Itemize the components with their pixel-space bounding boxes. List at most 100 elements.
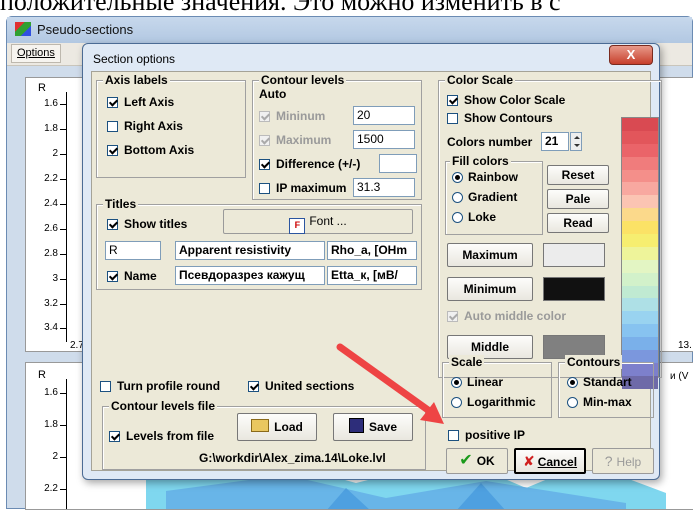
left-axis-checkbox[interactable]: Left Axis [107,95,174,109]
palette-swatch [622,234,658,247]
maximum-color-swatch[interactable] [543,243,605,267]
palette-swatch [622,311,658,325]
united-sections-checkbox[interactable]: United sections [248,379,354,393]
contours-min-max-radio[interactable]: Min-max [567,395,632,409]
ip-maximum-checkbox[interactable]: IP maximum [259,181,346,195]
contour-levels-title: Contour levels [259,73,347,87]
palette-swatch [622,350,658,363]
ytick: 3.4 [28,322,66,333]
plot-axis-letter: R [38,82,46,94]
auto-middle-color-label: Auto middle color [464,309,566,323]
color-scale-title: Color Scale [445,73,516,87]
save-button[interactable]: Save [333,413,413,441]
pale-button[interactable]: Pale [547,189,609,209]
titles-title: Titles [103,197,139,211]
show-contours-checkbox[interactable]: Show Contours [447,111,553,125]
auto-middle-color-checkbox: Auto middle color [447,309,566,323]
ytick: 3.2 [28,298,66,309]
show-titles-checkbox[interactable]: Show titles [107,217,187,231]
help-button: ? Help [592,448,654,474]
scale-logarithmic-radio[interactable]: Logarithmic [451,395,536,409]
load-button[interactable]: Load [237,413,317,441]
fill-rainbow-radio[interactable]: Rainbow [452,170,518,184]
cancel-button[interactable]: ✘ Cancel [514,448,586,474]
difference-checkbox[interactable]: Difference (+/-) [259,157,360,171]
menu-options[interactable]: Options [11,44,61,63]
levels-from-file-checkbox[interactable]: Levels from file [109,429,214,443]
scale-title: Scale [449,355,485,369]
checkbox-icon [447,311,458,322]
y-axis-line [66,379,67,509]
close-button[interactable]: X [609,45,653,65]
radio-icon [452,172,463,183]
contours-standart-radio[interactable]: Standart [567,375,632,389]
radio-icon [451,397,462,408]
palette-swatch [622,118,658,131]
contour-file-group: Contour levels file Levels from file Loa… [102,399,426,470]
palette-swatch [622,246,658,260]
palette-swatch [622,143,658,157]
fill-gradient-radio[interactable]: Gradient [452,190,517,204]
checkbox-icon [259,159,270,170]
contours-min-max-label: Min-max [583,395,632,409]
dialog-title: Section options [93,52,176,66]
turn-profile-round-checkbox[interactable]: Turn profile round [100,379,220,393]
colors-number-field[interactable]: 21 [541,132,569,151]
fill-loke-radio[interactable]: Loke [452,210,496,224]
floppy-disk-icon [348,418,364,433]
help-icon: ? [604,453,613,469]
right-axis-checkbox[interactable]: Right Axis [107,119,183,133]
show-titles-label: Show titles [124,217,188,231]
palette-swatch [622,156,658,170]
ytick: 2 [28,451,66,462]
reset-button[interactable]: Reset [547,165,609,185]
name-checkbox[interactable]: Name [107,269,157,283]
section-options-dialog: Section options X Axis labels Left Axis … [82,43,662,480]
title-field-apparent-resistivity[interactable]: Apparent resistivity [175,241,325,260]
ytick: 2.8 [28,248,66,259]
name-label: Name [124,269,157,283]
bottom-axis-label: Bottom Axis [124,143,195,157]
fill-gradient-label: Gradient [468,190,518,204]
contour-file-title: Contour levels file [109,399,218,413]
read-button[interactable]: Read [547,213,609,233]
palette-swatch [622,208,658,222]
minimum-field[interactable]: 20 [353,106,415,125]
color-palette [621,117,659,389]
positive-ip-checkbox[interactable]: positive IP [448,428,525,442]
ok-label: OK [476,454,495,468]
maximum-color-button[interactable]: Maximum [447,243,533,267]
radio-icon [452,212,463,223]
app-title: Pseudo-sections [37,22,134,37]
title-field-pseudosection[interactable]: Псевдоразрез кажущ [175,266,325,285]
scale-linear-radio[interactable]: Linear [451,375,503,389]
title-field-units-1[interactable]: Rho_a, [OHm [327,241,417,260]
colors-number-spinner[interactable] [570,132,582,151]
font-button[interactable]: F Font ... [223,209,413,234]
palette-swatch [622,285,658,299]
contours-group: Contours Standart Min-max [558,355,654,418]
palette-swatch [622,169,658,183]
minimum-color-swatch[interactable] [543,277,605,301]
palette-swatch [622,324,658,338]
axis-labels-title: Axis labels [103,73,170,87]
show-color-scale-checkbox[interactable]: Show Color Scale [447,93,565,107]
maximum-checkbox: Maximum [259,133,331,147]
ok-button[interactable]: ✔ OK [446,448,508,474]
palette-swatch [622,272,658,286]
save-label: Save [368,420,398,434]
maximum-field[interactable]: 1500 [353,130,415,149]
cancel-x-icon: ✘ [522,453,535,469]
ip-maximum-field[interactable]: 31.3 [353,178,415,197]
palette-swatch [622,298,658,312]
load-label: Load [274,420,303,434]
scale-logarithmic-label: Logarithmic [467,395,536,409]
font-icon: F [289,218,306,234]
contour-levels-auto-label: Auto [259,87,287,101]
contour-levels-group: Contour levels Auto Mininum 20 Maximum 1… [252,73,422,200]
difference-field[interactable] [379,154,417,173]
title-field-r[interactable]: R [105,241,161,260]
minimum-color-button[interactable]: Minimum [447,277,533,301]
title-field-units-2[interactable]: Etta_к, [мВ/ [327,266,417,285]
bottom-axis-checkbox[interactable]: Bottom Axis [107,143,194,157]
